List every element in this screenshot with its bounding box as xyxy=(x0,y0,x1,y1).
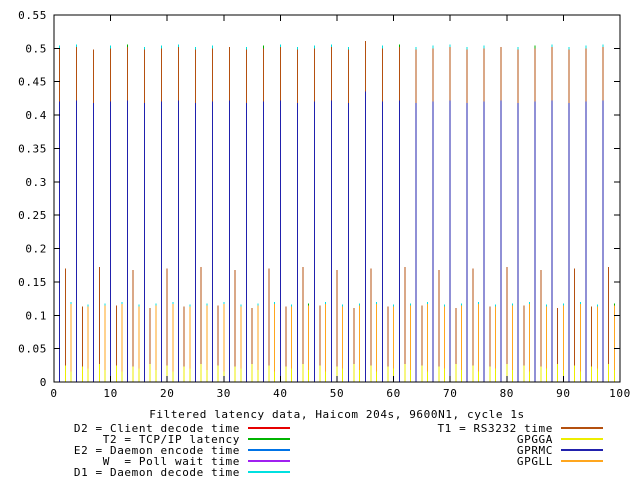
x-tick-label: 0 xyxy=(50,387,57,400)
y-tick-label: 0.25 xyxy=(18,209,47,222)
legend-label: GPGLL xyxy=(517,455,553,468)
x-tick-label: 70 xyxy=(443,387,457,400)
impulse-series xyxy=(54,41,614,382)
y-tick-label: 0.45 xyxy=(18,76,47,89)
y-tick-label: 0.5 xyxy=(25,42,47,55)
y-tick-label: 0.55 xyxy=(18,9,47,22)
y-tick-label: 0.4 xyxy=(25,109,47,122)
y-tick-label: 0.1 xyxy=(25,309,47,322)
x-tick-label: 80 xyxy=(500,387,514,400)
y-tick-label: 0.2 xyxy=(25,243,47,256)
y-tick-label: 0.3 xyxy=(25,176,47,189)
legend-item-gpgll: GPGLL xyxy=(517,455,603,468)
legend-item-d1: D1 = Daemon decode time xyxy=(74,466,290,479)
x-axis: 0 10 20 30 40 50 60 70 80 90 100 xyxy=(50,15,630,400)
y-tick-label: 0 xyxy=(40,376,47,389)
legend-label: D1 = Daemon decode time xyxy=(74,466,240,479)
legend: D2 = Client decode timeT2 = TCP/IP laten… xyxy=(74,422,603,479)
x-tick-label: 100 xyxy=(609,387,631,400)
chart-title: Filtered latency data, Haicom 204s, 9600… xyxy=(149,408,525,421)
x-tick-label: 50 xyxy=(330,387,344,400)
x-tick-label: 20 xyxy=(160,387,174,400)
x-tick-label: 40 xyxy=(273,387,287,400)
y-tick-label: 0.05 xyxy=(18,343,47,356)
y-tick-label: 0.15 xyxy=(18,276,47,289)
x-tick-label: 10 xyxy=(103,387,117,400)
latency-chart: 0 10 20 30 40 50 60 70 80 90 100 0 0.05 0.1 0.15 0.2 0.2… xyxy=(0,0,640,480)
gnuplot-chart-window: 0 10 20 30 40 50 60 70 80 90 100 0 0.05 0.1 0.15 0.2 0.2… xyxy=(0,0,640,480)
x-tick-label: 60 xyxy=(386,387,400,400)
y-tick-label: 0.35 xyxy=(18,142,47,155)
x-tick-label: 30 xyxy=(217,387,231,400)
x-tick-label: 90 xyxy=(556,387,570,400)
